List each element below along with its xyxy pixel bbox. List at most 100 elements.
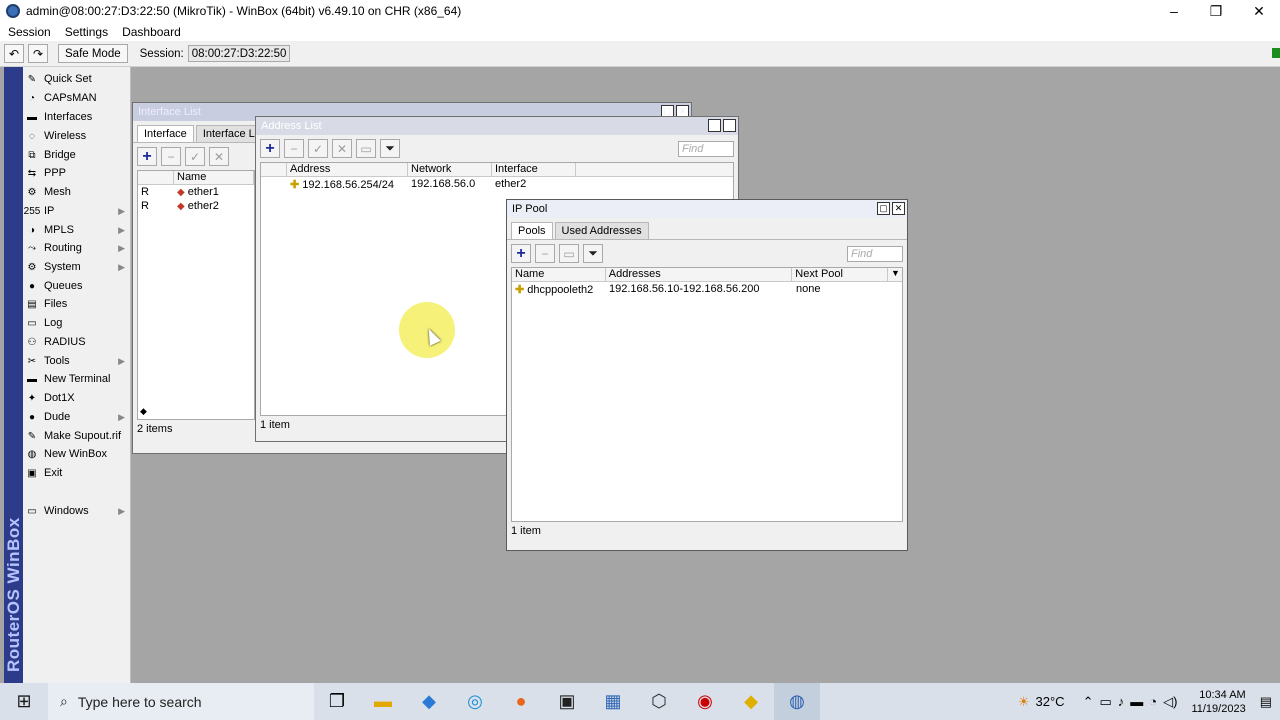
enable-icon[interactable]: ✓ [308, 139, 328, 158]
close-icon[interactable]: ✕ [723, 119, 736, 132]
chevron-up-icon[interactable]: ⌃ [1083, 694, 1094, 710]
tab-used-addresses[interactable]: Used Addresses [554, 222, 649, 239]
scroll-left-icon[interactable]: ◆ [140, 406, 147, 417]
edge-icon[interactable]: ◎ [452, 683, 498, 720]
vscode-icon[interactable]: ◆ [406, 683, 452, 720]
address-list-titlebar[interactable]: Address List ▢ ✕ [256, 117, 738, 135]
comment-icon[interactable]: ▭ [356, 139, 376, 158]
table-row[interactable]: R ◆ ether1 [138, 185, 254, 199]
volume-icon[interactable]: ◁) [1163, 694, 1177, 710]
sidebar-item-label: Exit [44, 467, 63, 479]
disable-icon[interactable]: ✕ [209, 147, 229, 166]
sidebar-item-make-supout-rif[interactable]: ✎ Make Supout.rif [25, 427, 129, 445]
comment-icon[interactable]: ▭ [559, 244, 579, 263]
sidebar-item-dude[interactable]: ● Dude ▶ [25, 408, 129, 426]
record-icon[interactable]: ◉ [682, 683, 728, 720]
col-network[interactable]: Network [408, 163, 492, 176]
column-menu-icon[interactable]: ▼ [888, 268, 902, 281]
undo-button[interactable]: ↶ [4, 44, 24, 63]
terminal-icon[interactable]: ▣ [544, 683, 590, 720]
col-flag[interactable] [138, 171, 174, 184]
sidebar-item-files[interactable]: ▤ Files [25, 295, 129, 313]
sidebar-item-quick-set[interactable]: ✎ Quick Set [25, 70, 129, 88]
remove-icon[interactable]: − [161, 147, 181, 166]
col-name[interactable]: Name [512, 268, 606, 281]
sidebar-item-new-winbox[interactable]: ◍ New WinBox [25, 445, 129, 463]
terminal-icon: ▬ [27, 373, 37, 385]
safe-mode-button[interactable]: Safe Mode [58, 44, 128, 63]
sidebar-item-ppp[interactable]: ⇆ PPP [25, 164, 129, 182]
sticky-notes-icon[interactable]: ◆ [728, 683, 774, 720]
sidebar-item-label: Log [44, 317, 63, 329]
tab-pools[interactable]: Pools [511, 222, 553, 239]
close-button[interactable]: ✕ [1238, 0, 1280, 22]
maximize-icon[interactable]: ▢ [708, 119, 721, 132]
redo-button[interactable]: ↷ [28, 44, 48, 63]
col-next-pool[interactable]: Next Pool [792, 268, 889, 281]
microphone-icon[interactable]: ♪ [1118, 694, 1125, 709]
col-name[interactable]: Name [174, 171, 254, 184]
col-addresses[interactable]: Addresses [606, 268, 793, 281]
add-icon[interactable]: + [511, 244, 531, 263]
sidebar-item-ip[interactable]: 255 IP ▶ [24, 202, 129, 220]
ip-pool-titlebar[interactable]: IP Pool ▢ ✕ [507, 200, 907, 218]
file-explorer-icon[interactable]: ▬ [360, 683, 406, 720]
weather-temp[interactable]: 32°C [1036, 694, 1065, 709]
sidebar-item-system[interactable]: ⚙ System ▶ [25, 258, 129, 276]
sidebar-item-log[interactable]: ▭ Log [25, 314, 129, 332]
disable-icon[interactable]: ✕ [332, 139, 352, 158]
maximize-icon[interactable]: ▢ [877, 202, 890, 215]
add-icon[interactable]: + [137, 147, 157, 166]
minimize-button[interactable]: – [1153, 0, 1195, 22]
maximize-button[interactable]: ❐ [1195, 0, 1237, 22]
sidebar-item-dot1x[interactable]: ✦ Dot1X [25, 389, 129, 407]
battery-icon[interactable]: ▬ [1130, 694, 1143, 709]
sidebar-item-wireless[interactable]: ◌ Wireless [25, 127, 129, 145]
table-row[interactable]: ✚ 192.168.56.254/24 192.168.56.0 ether2 [261, 177, 733, 191]
filter-icon[interactable]: ⏷ [583, 244, 603, 263]
tab-interface[interactable]: Interface [137, 125, 194, 142]
sidebar-item-label: New Terminal [44, 373, 111, 385]
sidebar-item-new-terminal[interactable]: ▬ New Terminal [25, 370, 129, 388]
wifi-icon[interactable]: ◔ [1149, 694, 1157, 709]
add-icon[interactable]: + [260, 139, 280, 158]
clock[interactable]: 10:34 AM 11/19/2023 [1191, 688, 1245, 716]
sidebar-item-capsman[interactable]: ◔ CAPsMAN [25, 89, 129, 107]
remove-icon[interactable]: − [284, 139, 304, 158]
taskbar-search[interactable]: ⌕ Type here to search [48, 683, 314, 720]
filter-icon[interactable]: ⏷ [380, 139, 400, 158]
menu-session[interactable]: Session [8, 25, 51, 39]
sidebar-item-radius[interactable]: ⚇ RADIUS [25, 333, 129, 351]
table-row[interactable]: R ◆ ether2 [138, 199, 254, 213]
virtualbox-icon[interactable]: ▦ [590, 683, 636, 720]
enable-icon[interactable]: ✓ [185, 147, 205, 166]
menu-dashboard[interactable]: Dashboard [122, 25, 181, 39]
sidebar-item-bridge[interactable]: ⧉ Bridge [25, 146, 129, 164]
network-icon[interactable]: ▭ [1099, 694, 1111, 710]
remove-icon[interactable]: − [535, 244, 555, 263]
menu-settings[interactable]: Settings [65, 25, 108, 39]
find-input[interactable]: Find [678, 140, 734, 157]
sidebar-item-routing[interactable]: ⤳ Routing ▶ [25, 239, 129, 257]
sidebar-item-windows[interactable]: ▭ Windows ▶ [25, 502, 129, 520]
col-address[interactable]: Address [287, 163, 408, 176]
sidebar-item-queues[interactable]: ● Queues [25, 277, 129, 295]
close-icon[interactable]: ✕ [892, 202, 905, 215]
table-row[interactable]: ✚ dhcppooleth2 192.168.56.10-192.168.56.2… [512, 282, 902, 296]
task-view-icon[interactable]: ❐ [314, 683, 360, 720]
sidebar-item-interfaces[interactable]: ▬ Interfaces [25, 108, 129, 126]
sidebar-item-mpls[interactable]: ◑ MPLS ▶ [25, 221, 129, 239]
sidebar-item-label: Quick Set [44, 73, 92, 85]
winbox-taskbar-icon[interactable]: ◍ [774, 683, 820, 720]
firefox-icon[interactable]: ● [498, 683, 544, 720]
3d-box-icon[interactable]: ⬡ [636, 683, 682, 720]
col-interface[interactable]: Interface [492, 163, 576, 176]
find-input[interactable]: Find [847, 245, 903, 262]
sidebar-item-tools[interactable]: ✂ Tools ▶ [25, 352, 129, 370]
sidebar-item-exit[interactable]: ▣ Exit [25, 464, 129, 482]
sidebar-item-mesh[interactable]: ⚙ Mesh [25, 183, 129, 201]
notifications-icon[interactable]: ▤ [1260, 694, 1272, 710]
session-label: Session: [139, 47, 184, 60]
windows-start-icon[interactable]: ⊞ [0, 683, 48, 720]
session-field[interactable]: 08:00:27:D3:22:50 [187, 45, 291, 62]
